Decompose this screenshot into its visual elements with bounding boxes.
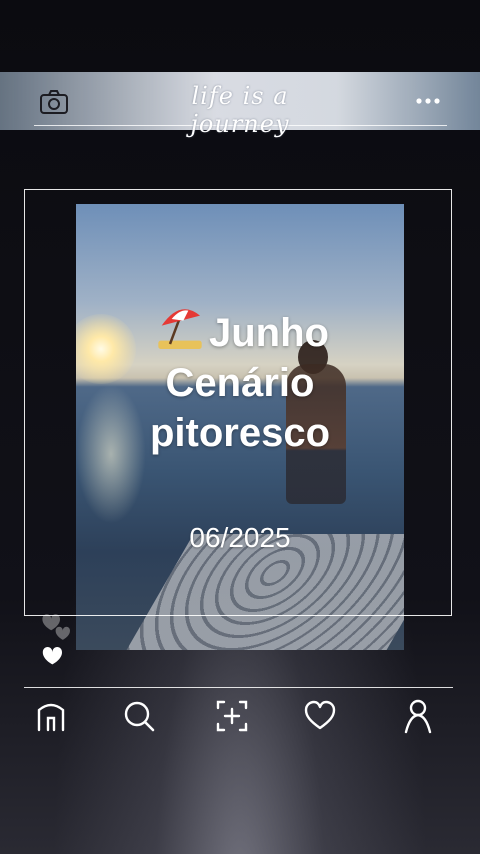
app-title: life is a journey bbox=[190, 82, 290, 138]
camera-icon bbox=[40, 90, 68, 114]
post-title: Junho Cenário pitoresco bbox=[76, 304, 404, 458]
post-title-line3: pitoresco bbox=[149, 411, 331, 455]
nav-add-button[interactable] bbox=[212, 696, 252, 736]
like-hearts[interactable] bbox=[36, 608, 86, 668]
hearts-icon bbox=[42, 614, 70, 665]
nav-likes-button[interactable] bbox=[300, 696, 340, 736]
bottom-nav-divider bbox=[24, 687, 453, 688]
nav-profile-button[interactable] bbox=[398, 696, 438, 736]
post-title-line2: Cenário bbox=[165, 361, 315, 405]
camera-button[interactable] bbox=[38, 88, 70, 116]
nav-search-button[interactable] bbox=[119, 696, 159, 736]
beach-umbrella-icon bbox=[158, 309, 202, 349]
home-icon bbox=[37, 703, 65, 732]
search-icon bbox=[124, 701, 155, 732]
post-title-line1: Junho bbox=[209, 311, 329, 355]
more-horizontal-icon bbox=[416, 98, 440, 104]
post-date: 06/2025 bbox=[189, 522, 291, 553]
profile-icon bbox=[404, 699, 432, 734]
heart-icon bbox=[304, 700, 336, 730]
nav-home-button[interactable] bbox=[31, 696, 71, 736]
add-post-icon bbox=[216, 700, 248, 732]
more-options-button[interactable] bbox=[410, 90, 446, 112]
